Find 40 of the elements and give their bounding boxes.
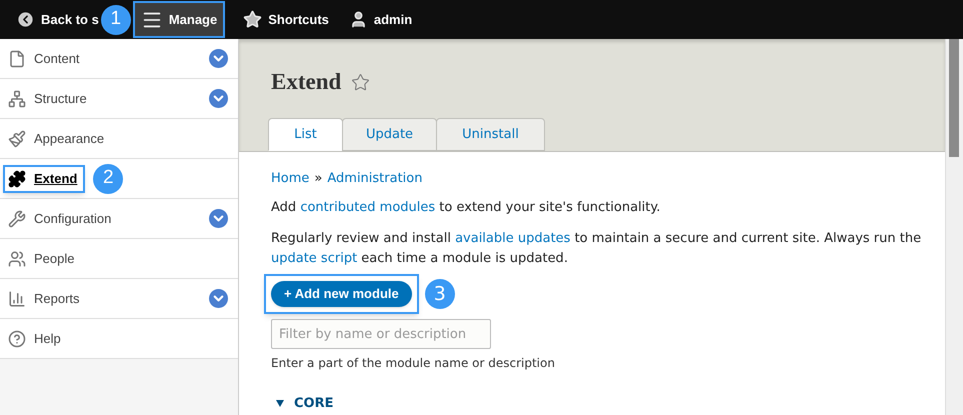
scrollbar[interactable] bbox=[945, 39, 963, 415]
breadcrumb-separator: » bbox=[314, 170, 322, 188]
star-icon bbox=[243, 10, 262, 29]
sidebar-item[interactable]: Help bbox=[6, 324, 69, 352]
tab[interactable]: List bbox=[268, 118, 343, 151]
expand-chevron-icon[interactable] bbox=[209, 89, 228, 108]
description-text: Add contributed modules to extend your site's functionality. bbox=[271, 199, 662, 217]
filter-hint: Enter a part of the module name or description bbox=[271, 355, 556, 372]
star-icon[interactable] bbox=[351, 72, 370, 92]
step-number-badge: 3 bbox=[424, 279, 455, 309]
breadcrumb-link[interactable]: Home bbox=[271, 169, 310, 189]
expand-chevron-icon[interactable] bbox=[209, 49, 228, 68]
toolbar-link[interactable]: Back to s bbox=[8, 1, 101, 38]
toolbar-link[interactable]: Manage bbox=[132, 1, 226, 38]
expand-chevron-icon[interactable] bbox=[209, 289, 228, 308]
add-module-button[interactable]: + Add new module bbox=[271, 281, 412, 307]
inline-link[interactable]: contributed modules bbox=[300, 200, 436, 215]
document-icon bbox=[8, 50, 26, 68]
filter-input[interactable]: Filter by name or description bbox=[271, 319, 491, 349]
section-toggle[interactable]: CORE bbox=[276, 394, 945, 414]
hierarchy-icon bbox=[8, 90, 26, 108]
tab[interactable]: Update bbox=[342, 118, 437, 151]
toolbar-link[interactable]: Shortcuts bbox=[235, 1, 337, 38]
people-icon bbox=[8, 250, 26, 268]
bar-chart-icon bbox=[8, 290, 26, 308]
tab[interactable]: Uninstall bbox=[436, 118, 545, 151]
sidebar-item[interactable]: Extend bbox=[3, 164, 86, 192]
paintbrush-icon bbox=[8, 130, 26, 148]
inline-link[interactable]: available updates bbox=[455, 231, 570, 246]
page-title: Extend bbox=[271, 68, 342, 96]
expand-chevron-icon[interactable] bbox=[209, 209, 228, 228]
wrench-icon bbox=[8, 210, 26, 228]
breadcrumb-link[interactable]: Administration bbox=[327, 169, 422, 189]
inline-link[interactable]: update script bbox=[271, 251, 358, 266]
toolbar-link[interactable]: admin bbox=[340, 1, 420, 38]
step-number-badge: 1 bbox=[100, 4, 131, 34]
description-text: Regularly review and install available updates to maintain a secure and current site. Always run the update script each time a module is updated. bbox=[271, 230, 922, 268]
step-number-badge: 2 bbox=[93, 164, 124, 194]
puzzle-icon bbox=[8, 170, 26, 188]
help-icon bbox=[8, 330, 26, 348]
